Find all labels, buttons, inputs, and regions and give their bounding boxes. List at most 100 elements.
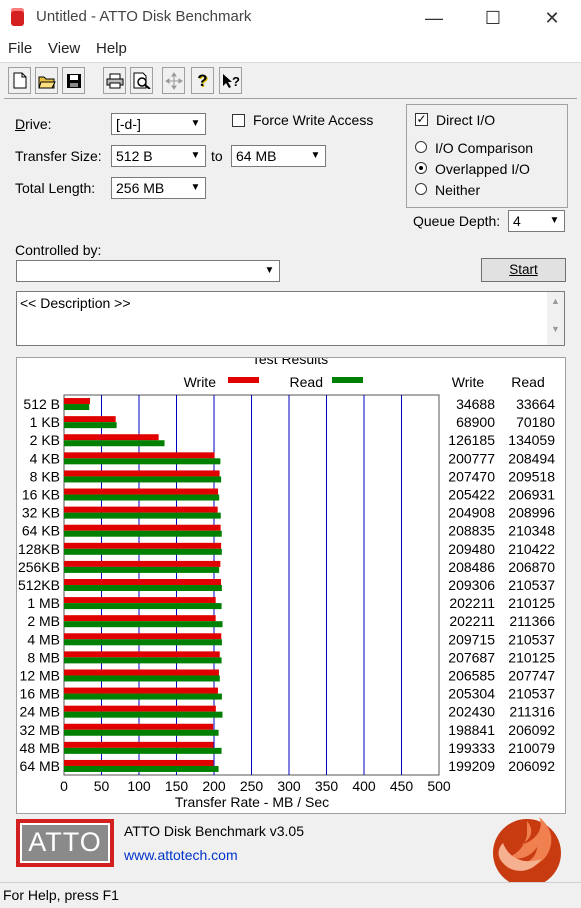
write-value: 205304 [448,686,495,702]
force-write-label: Force Write Access [253,112,374,128]
print-preview-icon [133,72,151,89]
help-button[interactable]: ? [191,67,214,94]
read-bar [64,603,222,610]
transfer-to-value: 64 MB [236,148,277,164]
print-preview-button[interactable] [130,67,153,94]
read-value: 33664 [516,396,555,412]
legend-write-label: Write [184,374,217,390]
write-bar [64,434,159,441]
open-file-button[interactable] [35,67,58,94]
category-label: 256KB [18,559,60,575]
move-cross-icon [164,71,183,90]
write-value: 204908 [448,505,495,521]
controlled-by-select[interactable]: ▼ [16,260,280,282]
write-bar [64,687,218,694]
start-button[interactable]: Start [481,258,566,282]
write-value: 199209 [448,758,495,774]
queue-depth-value: 4 [513,213,521,229]
read-bar [64,548,222,555]
read-bar [64,476,222,483]
write-bar [64,524,221,531]
read-bar [64,494,220,501]
description-textarea[interactable]: << Description >> ▲ ▼ [16,291,565,346]
write-bar [64,470,220,477]
write-bar [64,560,221,567]
maximize-button[interactable]: ☐ [464,0,522,36]
transfer-size-from-select[interactable]: 512 B ▼ [111,145,206,167]
write-bar [64,542,222,549]
category-label: 1 KB [30,414,60,430]
category-label: 4 MB [27,631,60,647]
overlapped-io-radio[interactable] [415,162,427,174]
read-bar [64,512,221,519]
category-label: 512KB [18,577,60,593]
menu-file[interactable]: File [8,40,32,57]
write-value: 209480 [448,541,495,557]
category-label: 48 MB [20,740,60,756]
read-value: 209518 [508,468,555,484]
write-bar [64,723,214,730]
read-bar [64,747,222,754]
legend-read-label: Read [290,374,323,390]
read-bar [64,530,222,537]
description-scrollbar[interactable]: ▲ ▼ [547,292,564,345]
direct-io-checkbox[interactable]: ✓ [415,113,428,126]
read-bar [64,657,222,664]
new-file-icon [13,72,26,89]
drive-select[interactable]: [-d-] ▼ [111,113,206,135]
read-bar [64,711,223,718]
print-button[interactable] [103,67,126,94]
x-axis-label: Transfer Rate - MB / Sec [175,794,329,810]
read-value: 210422 [508,541,555,557]
results-title: Test Results [252,358,328,367]
category-label: 2 KB [30,432,60,448]
category-label: 32 MB [20,722,60,738]
write-bar [64,506,218,513]
transfer-size-label: Transfer Size: [15,148,102,164]
write-value: 209306 [448,577,495,593]
read-value: 211316 [509,704,555,720]
category-label: 24 MB [20,704,60,720]
total-length-select[interactable]: 256 MB ▼ [111,177,206,199]
drive-value: [-d-] [116,116,141,132]
write-value: 208486 [448,559,495,575]
move-button[interactable] [162,67,185,94]
write-bar [64,597,216,604]
neither-radio[interactable] [415,183,427,195]
read-bar [64,675,220,682]
queue-depth-select[interactable]: 4 ▼ [508,210,565,232]
menu-view[interactable]: View [48,40,80,57]
write-value: 200777 [448,450,495,466]
close-button[interactable]: ✕ [523,0,581,36]
printer-icon [106,73,123,88]
chevron-down-icon: ▼ [264,265,275,276]
x-tick-label: 300 [277,778,301,794]
read-value: 210125 [508,649,555,665]
category-label: 128KB [18,541,60,557]
legend-write-swatch [228,377,259,383]
new-file-button[interactable] [8,67,31,94]
write-value: 202430 [448,704,495,720]
category-label: 16 KB [22,487,60,503]
transfer-size-to-select[interactable]: 64 MB ▼ [231,145,326,167]
write-value: 68900 [456,414,495,430]
menu-help[interactable]: Help [96,40,127,57]
context-help-button[interactable]: ? [219,67,242,94]
test-results-panel: Test Results Write Read Write Read Trans… [16,357,566,814]
chevron-down-icon: ▼ [190,182,201,193]
category-label: 64 MB [20,758,60,774]
io-comparison-radio[interactable] [415,141,427,153]
force-write-checkbox[interactable] [232,114,245,127]
write-bar [64,633,222,640]
write-value: 209715 [448,631,495,647]
website-link[interactable]: www.attotech.com [124,847,238,863]
read-bar [64,693,222,700]
x-tick-label: 100 [127,778,151,794]
queue-depth-label: Queue Depth: [413,213,501,229]
save-button[interactable] [62,67,85,94]
write-value: 126185 [448,432,495,448]
write-bar [64,488,219,495]
svg-text:?: ? [232,74,240,89]
minimize-button[interactable]: — [405,0,463,36]
x-tick-label: 450 [390,778,414,794]
